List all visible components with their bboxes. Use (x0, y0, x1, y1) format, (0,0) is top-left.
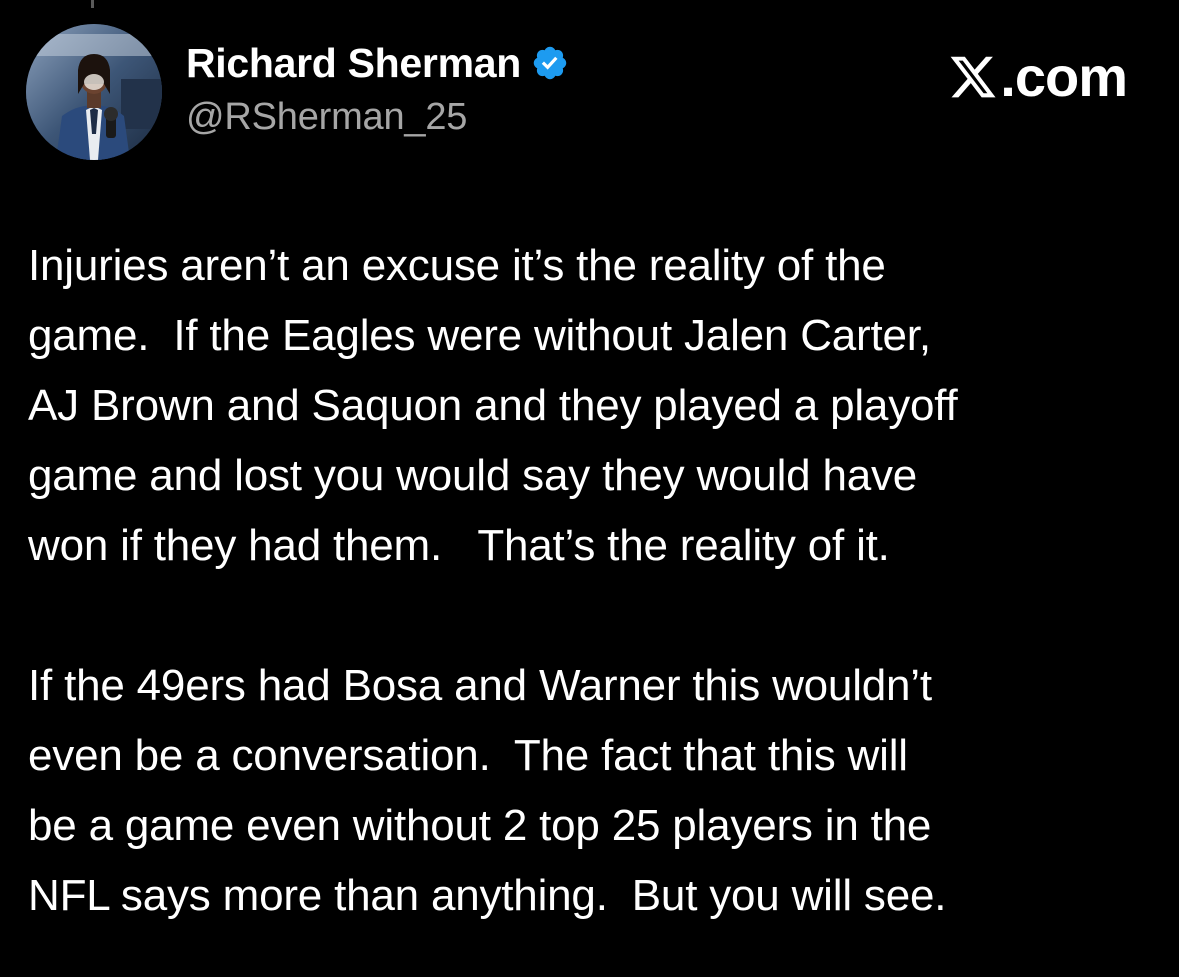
tweet-card: Richard Sherman @RSherman_25 .com Injuri… (0, 0, 1179, 977)
author-display-name[interactable]: Richard Sherman (186, 40, 521, 87)
avatar[interactable] (26, 24, 162, 160)
top-divider-tick (91, 0, 94, 8)
tweet-paragraph: If the 49ers had Bosa and Warner this wo… (28, 661, 947, 920)
x-logo-icon (948, 52, 998, 102)
brand-domain-text: .com (1000, 45, 1128, 108)
x-com-watermark: .com (948, 44, 1128, 109)
tweet-body: Injuries aren’t an excuse it’s the reali… (28, 231, 1158, 931)
tweet-paragraph: Injuries aren’t an excuse it’s the reali… (28, 241, 958, 570)
name-row: Richard Sherman (186, 38, 569, 88)
author-handle[interactable]: @RSherman_25 (186, 96, 569, 139)
profile-photo-icon (26, 24, 162, 160)
author-identity: Richard Sherman @RSherman_25 (186, 38, 569, 139)
verified-badge-icon (531, 44, 569, 82)
